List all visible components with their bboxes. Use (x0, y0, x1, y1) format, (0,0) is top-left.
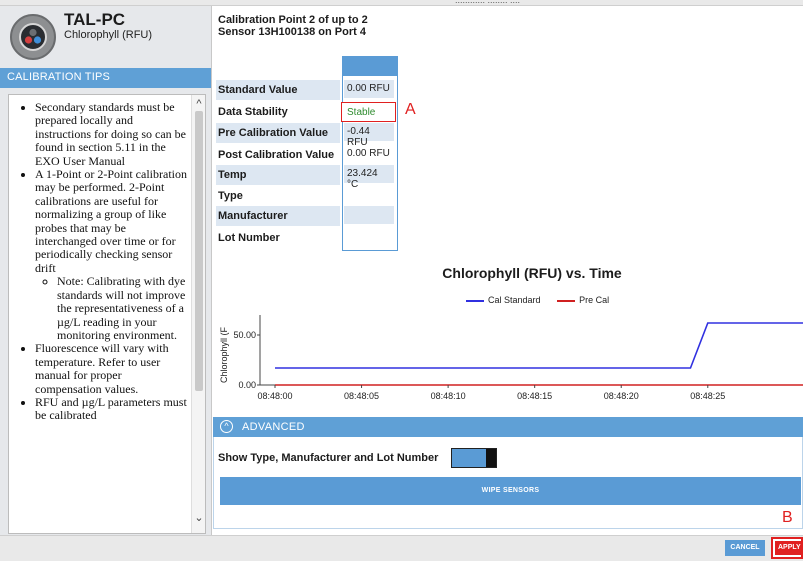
scroll-up-icon[interactable]: ^ (192, 97, 205, 111)
advanced-label: ADVANCED (242, 421, 305, 433)
row-label: Lot Number (218, 232, 280, 244)
table-row: Post Calibration Value 0.00 RFU (216, 145, 398, 165)
tips-scrollbar[interactable]: ^ ⌄ (191, 95, 205, 533)
device-name: TAL-PC (64, 10, 126, 29)
apply-button[interactable]: APPLY (771, 537, 803, 559)
calibration-tips-box: Secondary standards must be prepared loc… (8, 94, 206, 534)
legend-swatch-pre-cal (557, 299, 576, 302)
table-row: Lot Number (216, 228, 398, 248)
annotation-b: B (782, 509, 793, 526)
row-label: Data Stability (218, 106, 288, 118)
tip-item: A 1-Point or 2-Point calibration may be … (35, 167, 187, 342)
collapse-up-icon[interactable]: ^ (220, 420, 233, 433)
row-label: Type (218, 190, 243, 202)
tip-item: Fluorescence will vary with temperature.… (35, 342, 187, 396)
device-parameter: Chlorophyll (RFU) (64, 29, 153, 41)
row-value (344, 186, 394, 204)
x-tick-label: 08:48:25 (690, 391, 725, 401)
row-value: -0.44 RFU (344, 123, 394, 148)
x-tick-label: 08:48:10 (431, 391, 466, 401)
tip-item: Secondary standards must be prepared loc… (35, 100, 187, 168)
table-row: Type (216, 186, 398, 206)
calibration-tips-header: CALIBRATION TIPS (0, 68, 211, 88)
table-row: Pre Calibration Value -0.44 RFU (216, 123, 398, 148)
annotation-a: A (405, 101, 416, 118)
scroll-down-icon[interactable]: ⌄ (192, 511, 205, 525)
table-row: Temp 23.424 °C (216, 165, 398, 190)
x-tick-label: 08:48:20 (604, 391, 639, 401)
row-label: Temp (216, 165, 340, 185)
table-row: Manufacturer (216, 206, 398, 226)
value-column-header (342, 56, 398, 76)
x-tick-label: 08:48:00 (257, 391, 292, 401)
row-label: Standard Value (216, 80, 340, 100)
row-label: Pre Calibration Value (216, 123, 340, 143)
scroll-thumb[interactable] (195, 111, 203, 391)
tip-sublist: Note: Calibrating with dye standards wil… (57, 275, 187, 342)
row-value: 0.00 RFU (347, 148, 390, 159)
x-tick-label: 08:48:05 (344, 391, 379, 401)
data-stability-value: Stable (341, 102, 396, 122)
series-line-cal-standard (275, 322, 803, 369)
bottom-bar (0, 535, 803, 561)
tips-text: Secondary standards must be prepared loc… (9, 100, 187, 423)
legend-swatch-cal-standard (466, 299, 484, 302)
top-strip-text: ............ ........ .... (455, 0, 521, 5)
advanced-toggle-bar[interactable]: ^ ADVANCED (213, 417, 803, 437)
sensor-logo-icon (10, 14, 56, 60)
toggle-knob[interactable] (486, 449, 496, 467)
row-value: 23.424 °C (344, 165, 394, 190)
wipe-sensors-button[interactable]: WIPE SENSORS (220, 477, 801, 505)
y-tick-label: 0.00 (238, 380, 256, 390)
chart-plot: Chlorophyll (F 0.00 50.00 08:48:00 08:48:05… (219, 315, 803, 401)
row-label: Manufacturer (216, 206, 340, 226)
tip-subitem: Note: Calibrating with dye standards wil… (57, 275, 187, 342)
y-tick-label: 50.00 (233, 330, 256, 340)
row-value (344, 206, 394, 224)
cancel-button[interactable]: CANCEL (725, 540, 765, 556)
show-type-label: Show Type, Manufacturer and Lot Number (218, 452, 439, 464)
sensor-port-label: Sensor 13H100138 on Port 4 (218, 26, 366, 38)
row-value: 0.00 RFU (344, 80, 394, 98)
chart-title: Chlorophyll (RFU) vs. Time (442, 265, 622, 281)
table-row: Standard Value 0.00 RFU (216, 80, 398, 100)
tips-list: Secondary standards must be prepared loc… (35, 100, 187, 423)
apply-button-label[interactable]: APPLY (775, 541, 801, 555)
row-label: Post Calibration Value (218, 149, 335, 161)
sensor-face-icon (19, 23, 47, 51)
row-value (344, 228, 394, 246)
y-axis-label: Chlorophyll (F (219, 326, 229, 383)
tip-item-text: A 1-Point or 2-Point calibration may be … (35, 167, 187, 275)
show-type-toggle[interactable] (451, 448, 497, 468)
calibration-point-title: Calibration Point 2 of up to 2 (218, 14, 368, 26)
tip-item: RFU and µg/L parameters must be calibrat… (35, 395, 187, 423)
x-tick-label: 08:48:15 (517, 391, 552, 401)
